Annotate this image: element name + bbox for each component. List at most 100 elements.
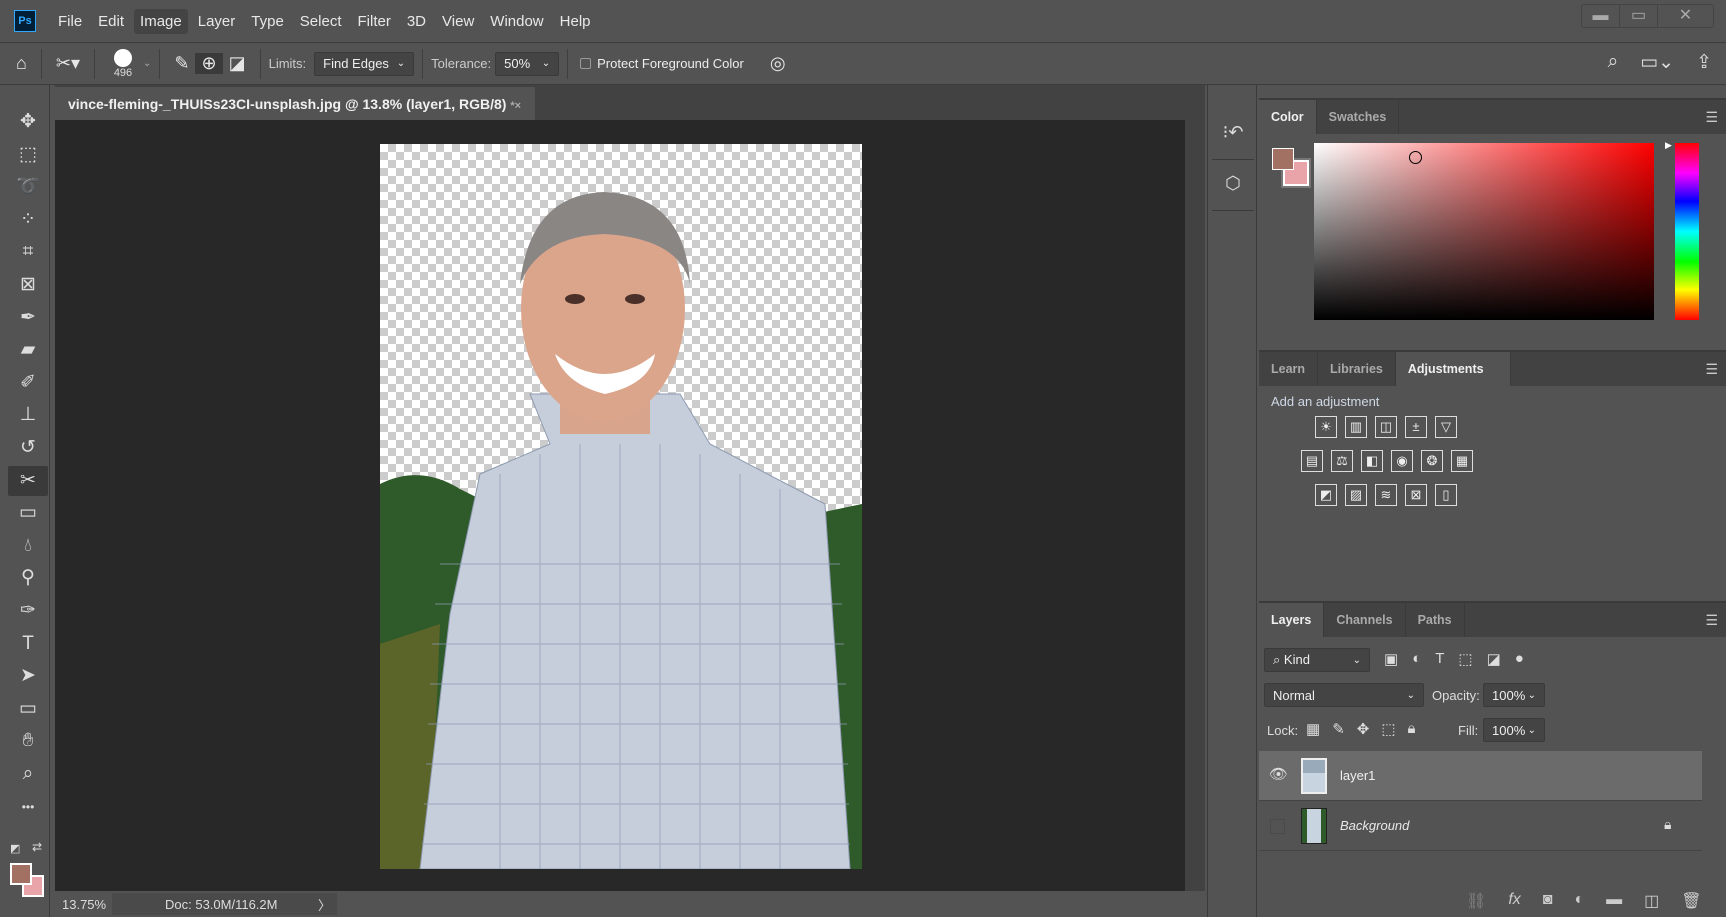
- folder-icon[interactable]: ▬: [1606, 891, 1622, 911]
- brightness-contrast-icon[interactable]: ☀: [1315, 416, 1337, 438]
- visibility-toggle[interactable]: [1270, 819, 1285, 834]
- quick-selection-tool-icon[interactable]: ⁘: [8, 205, 48, 235]
- invert-icon[interactable]: ◩: [1315, 484, 1337, 506]
- canvas-area[interactable]: [55, 120, 1185, 891]
- menu-layer[interactable]: Layer: [192, 9, 242, 34]
- tab-layers[interactable]: Layers: [1259, 603, 1325, 637]
- search-icon[interactable]: ⌕: [1608, 51, 1619, 74]
- eye-icon[interactable]: 👁︎: [1269, 765, 1288, 783]
- layer-filter-dropdown[interactable]: ⌕ Kind ⌄: [1264, 648, 1370, 672]
- brush-tool-icon[interactable]: ✐: [8, 368, 48, 398]
- swap-colors-icon[interactable]: ⇄: [32, 840, 42, 854]
- tab-channels[interactable]: Channels: [1324, 603, 1406, 637]
- shape-filter-icon[interactable]: ⬚: [1458, 650, 1472, 668]
- panel-menu-icon[interactable]: ☰: [1705, 612, 1718, 629]
- brush-size-picker[interactable]: 496: [103, 48, 143, 79]
- layer-name[interactable]: layer1: [1340, 768, 1375, 783]
- menu-file[interactable]: File: [52, 9, 88, 34]
- gradient-map-icon[interactable]: ▯: [1435, 484, 1457, 506]
- type-filter-icon[interactable]: T: [1435, 650, 1444, 668]
- channel-mixer-icon[interactable]: ❂: [1421, 450, 1443, 472]
- tab-swatches[interactable]: Swatches: [1317, 100, 1400, 134]
- vertical-scrollbar[interactable]: [1185, 120, 1205, 891]
- marquee-tool-icon[interactable]: ⬚: [8, 140, 48, 170]
- document-tab[interactable]: vince-fleming-_THUISs23CI-unsplash.jpg @…: [55, 87, 535, 120]
- new-layer-icon[interactable]: ◫: [1644, 891, 1659, 911]
- menu-3d[interactable]: 3D: [401, 9, 432, 34]
- menu-view[interactable]: View: [436, 9, 480, 34]
- hue-slider-handle[interactable]: ▶: [1665, 140, 1672, 151]
- move-tool-icon[interactable]: ✥: [8, 107, 48, 137]
- doc-info[interactable]: Doc: 53.0M/116.2M 〉: [112, 893, 337, 915]
- fx-icon[interactable]: fx: [1508, 891, 1520, 911]
- tab-color[interactable]: Color: [1259, 100, 1317, 134]
- mask-icon[interactable]: ◙: [1543, 891, 1553, 911]
- healing-brush-tool-icon[interactable]: ▰: [8, 335, 48, 365]
- saturation-brightness-field[interactable]: [1314, 143, 1654, 320]
- foreground-color-swatch[interactable]: [1272, 148, 1294, 170]
- menu-filter[interactable]: Filter: [352, 9, 397, 34]
- layer-row-background[interactable]: Background 🔒︎: [1259, 801, 1702, 851]
- pixel-filter-icon[interactable]: ▣: [1384, 650, 1398, 668]
- trash-icon[interactable]: 🗑︎: [1681, 891, 1701, 911]
- tolerance-input[interactable]: 50% ⌄: [495, 51, 560, 76]
- color-picker-cursor[interactable]: [1409, 151, 1422, 164]
- menu-type[interactable]: Type: [245, 9, 290, 34]
- lock-paint-icon[interactable]: ✎: [1332, 720, 1345, 738]
- levels-icon[interactable]: ▥: [1345, 416, 1367, 438]
- posterize-icon[interactable]: ▨: [1345, 484, 1367, 506]
- sampling-swatch-icon[interactable]: ◪: [223, 53, 252, 74]
- menu-help[interactable]: Help: [554, 9, 597, 34]
- tab-paths[interactable]: Paths: [1406, 603, 1465, 637]
- protect-foreground-checkbox[interactable]: [580, 58, 592, 69]
- sampling-once-icon[interactable]: ⊕: [195, 53, 223, 74]
- close-icon[interactable]: ✕: [1658, 5, 1713, 27]
- pen-tool-icon[interactable]: ✑: [8, 596, 48, 626]
- lock-position-icon[interactable]: ✥: [1357, 720, 1370, 738]
- path-selection-tool-icon[interactable]: ➤: [8, 661, 48, 691]
- zoom-level[interactable]: 13.75%: [55, 897, 115, 912]
- layer-row-layer1[interactable]: 👁︎ layer1: [1259, 751, 1702, 801]
- menu-select[interactable]: Select: [294, 9, 348, 34]
- crop-tool-icon[interactable]: ⌗: [8, 237, 48, 267]
- layer-name[interactable]: Background: [1340, 818, 1409, 833]
- lock-all-icon[interactable]: 🔒︎: [1408, 720, 1416, 738]
- lock-artboard-icon[interactable]: ⬚: [1381, 720, 1395, 738]
- eraser-tool-icon[interactable]: ✂: [8, 465, 48, 496]
- tab-learn[interactable]: Learn: [1259, 352, 1319, 386]
- maximize-icon[interactable]: ▭: [1620, 5, 1658, 27]
- sampling-continuous-icon[interactable]: ✎: [168, 53, 195, 74]
- close-tab-icon[interactable]: *×: [510, 100, 521, 112]
- clone-stamp-tool-icon[interactable]: ⊥: [8, 400, 48, 430]
- color-balance-icon[interactable]: ⚖: [1331, 450, 1353, 472]
- history-brush-tool-icon[interactable]: ↺: [8, 433, 48, 463]
- selective-color-icon[interactable]: ⊠: [1405, 484, 1427, 506]
- tab-adjustments[interactable]: Adjustments: [1395, 352, 1511, 386]
- limits-dropdown[interactable]: Find Edges ⌄: [314, 51, 415, 76]
- hand-tool-icon[interactable]: ✋︎: [8, 726, 48, 756]
- menu-image[interactable]: Image: [134, 8, 188, 34]
- lasso-tool-icon[interactable]: ➰: [8, 172, 48, 202]
- zoom-tool-icon[interactable]: ⌕: [8, 759, 48, 789]
- adjustment-layer-icon[interactable]: ◐: [1574, 891, 1584, 911]
- hue-saturation-icon[interactable]: ▤: [1301, 450, 1323, 472]
- color-lookup-icon[interactable]: ▦: [1451, 450, 1473, 472]
- menu-window[interactable]: Window: [484, 9, 549, 34]
- chevron-right-icon[interactable]: 〉: [318, 895, 331, 914]
- eraser-tool-preset-icon[interactable]: ✂▾: [50, 53, 86, 74]
- exposure-icon[interactable]: ±: [1405, 416, 1427, 438]
- rectangle-tool-icon[interactable]: ▭: [8, 694, 48, 724]
- home-icon[interactable]: ⌂: [10, 53, 33, 74]
- curves-icon[interactable]: ◫: [1375, 416, 1397, 438]
- menu-edit[interactable]: Edit: [92, 9, 130, 34]
- threshold-icon[interactable]: ≋: [1375, 484, 1397, 506]
- more-tools-icon[interactable]: •••: [8, 792, 48, 822]
- fill-input[interactable]: 100% ⌄: [1483, 718, 1545, 742]
- workspace-icon[interactable]: ▭⌄: [1640, 51, 1674, 74]
- black-white-icon[interactable]: ◧: [1361, 450, 1383, 472]
- type-tool-icon[interactable]: T: [8, 629, 48, 659]
- default-colors-icon[interactable]: ◩: [10, 842, 20, 855]
- pressure-icon[interactable]: ◎: [764, 53, 792, 74]
- gradient-tool-icon[interactable]: ▭: [8, 498, 48, 528]
- tab-libraries[interactable]: Libraries: [1318, 352, 1396, 386]
